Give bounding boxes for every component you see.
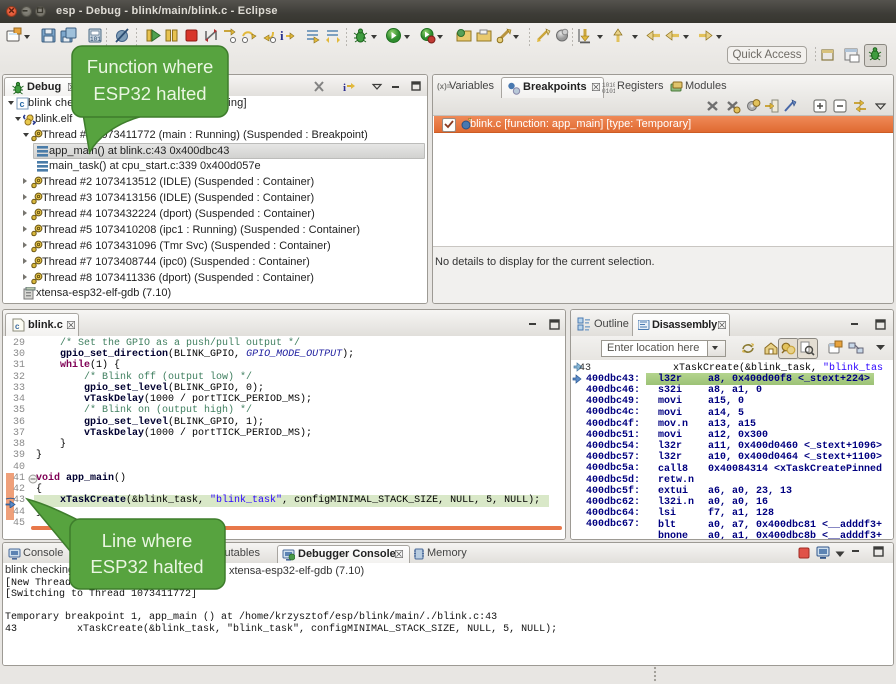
svg-text:c: c	[20, 99, 25, 109]
svg-text:0101: 0101	[602, 88, 615, 94]
svg-text:i: i	[280, 28, 284, 43]
svg-text:i: i	[343, 82, 346, 93]
svg-text:c: c	[15, 322, 20, 331]
svg-text:101: 101	[90, 36, 101, 43]
